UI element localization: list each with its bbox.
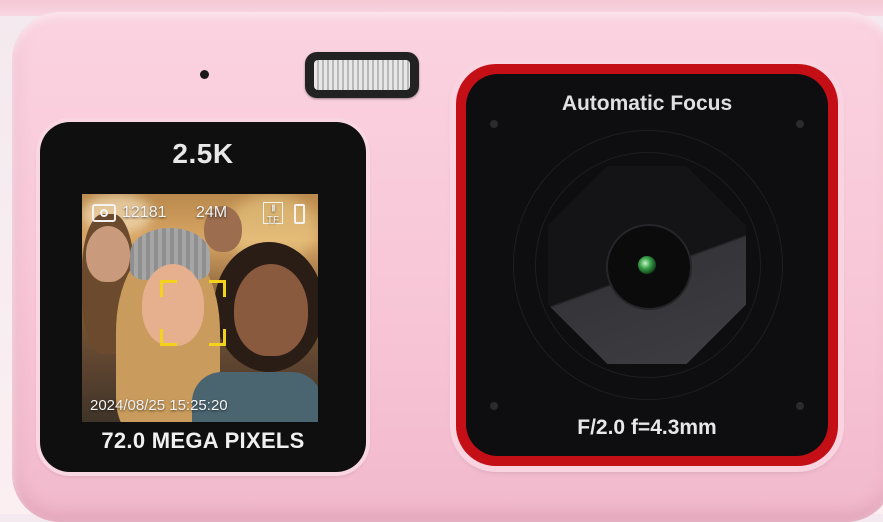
lcd-display: 12181 24M |||| TF 2024/08/25 15:25:20 — [82, 194, 318, 422]
card-contacts-icon: |||| — [271, 205, 275, 212]
focus-corner — [160, 329, 177, 346]
resolution-label: 2.5K — [172, 138, 234, 169]
lens-bottom-label: F/2.0 f=4.3mm — [577, 416, 717, 439]
person-face-left — [86, 226, 130, 282]
timestamp: 2024/08/25 15:25:20 — [90, 397, 228, 414]
lens-face: Automatic Focus F/2.0 f=4.3mm — [466, 74, 828, 456]
focus-corner — [160, 280, 177, 297]
focus-frame — [160, 280, 226, 346]
screw-icon — [796, 120, 804, 128]
screw-icon — [796, 402, 804, 410]
focus-corner — [209, 329, 226, 346]
screw-icon — [490, 402, 498, 410]
shot-count: 12181 — [122, 204, 167, 221]
storage-label: TF — [266, 215, 280, 226]
lens-housing: Automatic Focus F/2.0 f=4.3mm — [456, 64, 838, 466]
image-size: 24M — [196, 204, 228, 221]
screw-icon — [490, 120, 498, 128]
focus-corner — [209, 280, 226, 297]
flash-lens — [314, 60, 410, 90]
lens-top-label: Automatic Focus — [561, 92, 733, 115]
microphone-hole — [200, 70, 209, 79]
battery-icon — [294, 204, 305, 224]
camera-mode-icon — [92, 204, 116, 222]
sd-card-icon: |||| TF — [263, 202, 283, 226]
flash-unit — [305, 52, 419, 98]
lens-glass — [638, 256, 656, 274]
person-face-right — [234, 264, 308, 356]
megapixels-label: 72.0 MEGA PIXELS — [101, 428, 305, 453]
lcd-screen-bezel: 2.5K 12181 24M |||| TF 2024/08/25 15:25:… — [40, 122, 366, 472]
